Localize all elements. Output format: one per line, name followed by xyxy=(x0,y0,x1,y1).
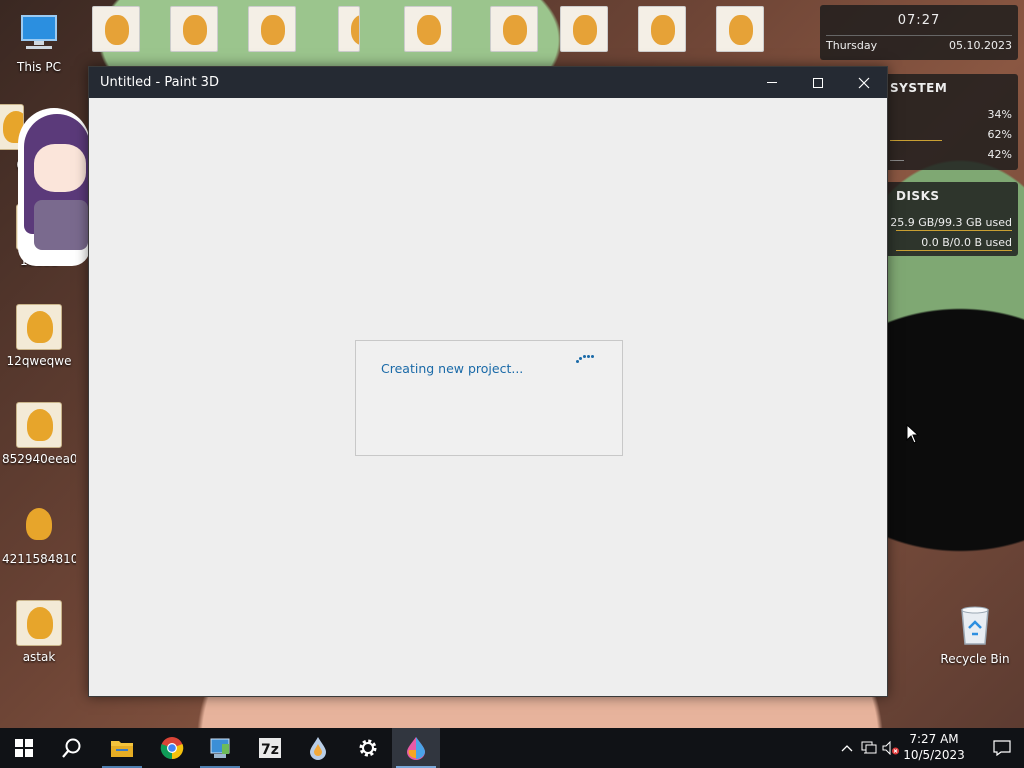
tray-date: 10/5/2023 xyxy=(903,748,965,762)
tray-time: 7:27 AM xyxy=(909,732,959,746)
notification-icon xyxy=(993,740,1011,756)
desktop-thumbnail[interactable] xyxy=(490,6,538,52)
desktop-thumbnail[interactable] xyxy=(338,6,360,52)
desktop-icon-recycle-bin[interactable]: Recycle Bin xyxy=(938,602,1012,666)
ram-usage: 62% xyxy=(987,128,1012,141)
close-icon xyxy=(858,77,870,88)
clock-widget: 07:27 Thursday 05.10.2023 xyxy=(820,5,1018,60)
desktop-icon-label: 12qweqwe xyxy=(6,354,72,368)
desktop-icon-label: Recycle Bin xyxy=(940,652,1010,666)
taskbar-settings[interactable] xyxy=(344,728,392,768)
taskbar-control-panel[interactable] xyxy=(196,728,244,768)
folder-icon xyxy=(111,741,133,757)
mouse-cursor-icon xyxy=(906,424,920,444)
character-sticker xyxy=(18,108,90,266)
image-thumbnail xyxy=(16,402,62,448)
search-button[interactable] xyxy=(48,728,96,768)
paint3d-window[interactable]: Untitled - Paint 3D Creating new project… xyxy=(88,66,888,697)
loading-dialog: Creating new project... xyxy=(355,340,623,456)
notification-center-button[interactable] xyxy=(980,728,1024,768)
loading-message: Creating new project... xyxy=(381,361,524,376)
maximize-icon xyxy=(813,77,823,88)
desktop-thumbnail[interactable] xyxy=(638,6,686,52)
cpu-usage: 34% xyxy=(987,108,1012,121)
taskbar-paint3d[interactable] xyxy=(392,728,440,768)
system-title: SYSTEM xyxy=(890,81,948,95)
desktop-thumbnail[interactable] xyxy=(170,6,218,52)
ram-bar xyxy=(890,140,942,141)
taskbar-7zip[interactable]: 7z xyxy=(246,728,294,768)
disks-title: DISKS xyxy=(896,189,940,203)
widget-time: 07:27 xyxy=(897,13,941,28)
desktop-icon-label: 852940eea0... xyxy=(2,452,76,466)
minimize-button[interactable] xyxy=(749,67,795,98)
maximize-button[interactable] xyxy=(795,67,841,98)
widget-date: 05.10.2023 xyxy=(949,39,1012,52)
svg-text:7z: 7z xyxy=(261,742,279,758)
desktop-icon-4211584810[interactable]: 4211584810... xyxy=(2,502,76,566)
spinner-icon xyxy=(576,354,594,364)
network-icon xyxy=(861,741,877,754)
taskbar-file-explorer[interactable] xyxy=(98,728,146,768)
search-icon xyxy=(62,738,81,758)
taskbar: 7z 7:27 AM 10/5/2023 xyxy=(0,728,1024,768)
disk2-usage: 0.0 B/0.0 B used xyxy=(921,236,1012,249)
gear-icon xyxy=(359,739,377,757)
tray-volume[interactable] xyxy=(880,728,902,768)
chrome-icon xyxy=(160,737,184,760)
windows-logo-icon xyxy=(15,739,33,757)
image-thumbnail xyxy=(16,502,62,548)
paint3d-icon xyxy=(407,737,425,760)
disk1-usage: 25.9 GB/99.3 GB used xyxy=(890,216,1012,229)
volume-muted-icon xyxy=(882,741,899,755)
image-thumbnail xyxy=(16,600,62,646)
recycle-bin-icon xyxy=(952,602,998,648)
control-panel-icon xyxy=(210,738,230,758)
start-button[interactable] xyxy=(0,728,48,768)
tray-network[interactable] xyxy=(858,728,880,768)
desktop-thumbnail[interactable] xyxy=(248,6,296,52)
desktop-thumbnail[interactable] xyxy=(92,6,140,52)
taskbar-chrome[interactable] xyxy=(148,728,196,768)
chevron-up-icon xyxy=(841,745,853,752)
desktop-thumbnail[interactable] xyxy=(560,6,608,52)
tray-clock[interactable]: 7:27 AM 10/5/2023 xyxy=(902,731,966,763)
7zip-icon: 7z xyxy=(259,738,281,758)
close-button[interactable] xyxy=(841,67,887,98)
desktop-icon-12qweqwe[interactable]: 12qweqwe xyxy=(2,304,76,368)
disk2-bar xyxy=(896,250,1012,251)
disk1-bar xyxy=(896,230,1012,231)
title-bar[interactable]: Untitled - Paint 3D xyxy=(89,67,887,98)
desktop-icon-astak[interactable]: astak xyxy=(2,600,76,664)
desktop-icon-this-pc[interactable]: This PC xyxy=(2,10,76,74)
water-drop-icon xyxy=(310,737,326,760)
tray-show-hidden[interactable] xyxy=(836,728,858,768)
desktop-icon-852940eea0[interactable]: 852940eea0... xyxy=(2,402,76,466)
window-title: Untitled - Paint 3D xyxy=(100,75,219,90)
desktop-thumbnail[interactable] xyxy=(404,6,452,52)
desktop-thumbnail[interactable] xyxy=(716,6,764,52)
minimize-icon xyxy=(767,82,777,83)
desktop-icon-label: astak xyxy=(22,650,56,664)
image-thumbnail xyxy=(16,304,62,350)
computer-icon xyxy=(16,10,62,56)
swap-bar xyxy=(890,160,904,161)
desktop-icon-label: This PC xyxy=(17,60,61,74)
widget-day: Thursday xyxy=(826,39,878,52)
taskbar-water-drop-app[interactable] xyxy=(294,728,342,768)
swap-usage: 42% xyxy=(987,148,1012,161)
desktop-icon-label: 4211584810... xyxy=(2,552,76,566)
